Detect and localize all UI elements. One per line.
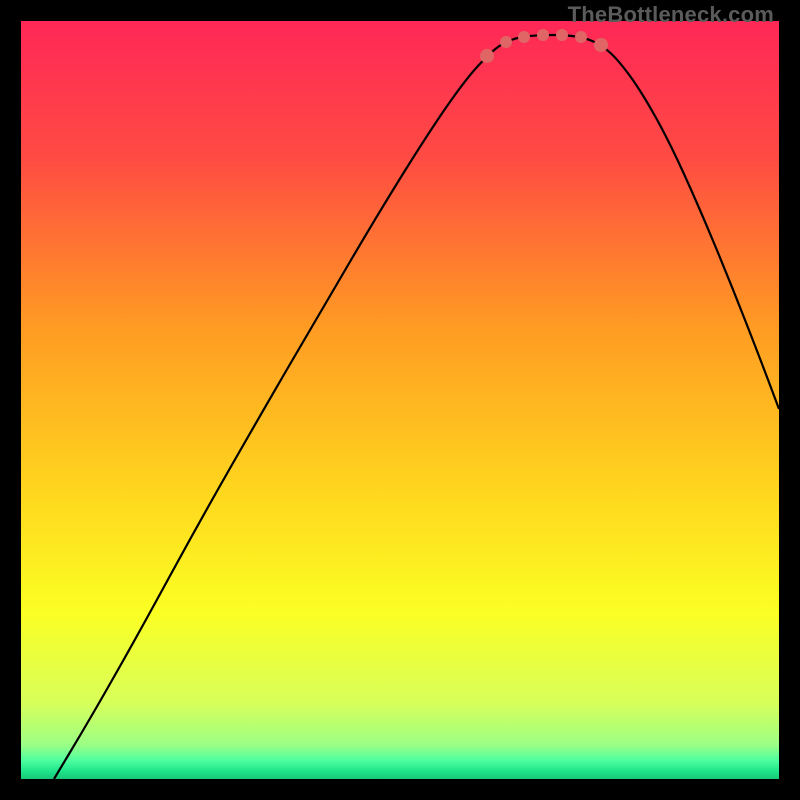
marker-dot: [480, 49, 494, 63]
marker-dot: [500, 36, 512, 48]
marker-dot: [594, 38, 608, 52]
marker-dot: [575, 31, 587, 43]
chart-svg: [21, 21, 779, 779]
outer-frame: TheBottleneck.com: [0, 0, 800, 800]
marker-dot: [518, 31, 530, 43]
plot-area: [21, 21, 779, 779]
marker-dot: [556, 29, 568, 41]
marker-dot: [537, 29, 549, 41]
